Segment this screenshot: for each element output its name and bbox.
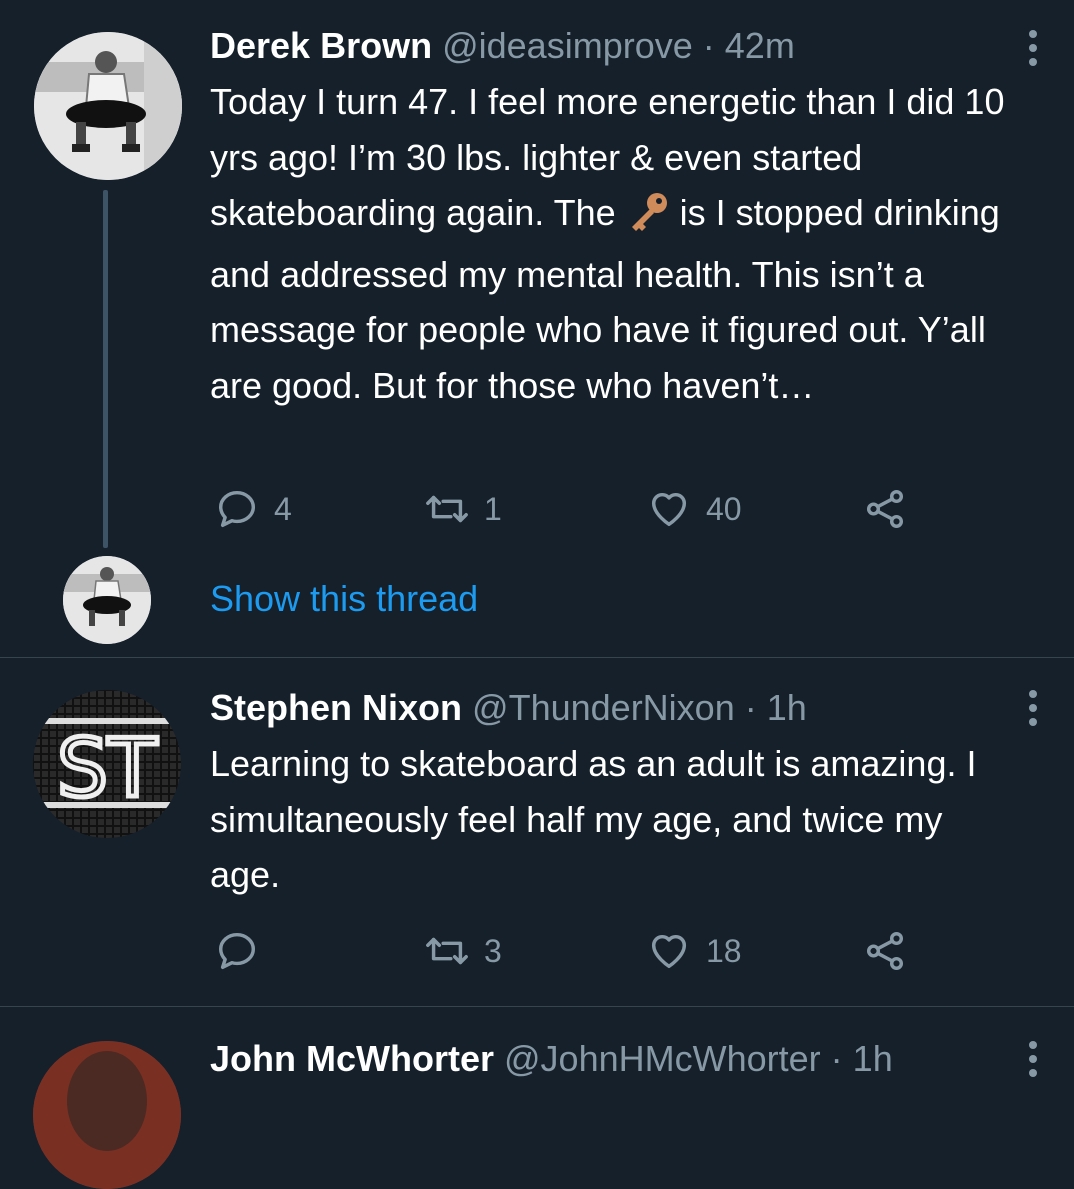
tweet-stephen-nixon[interactable]: ST Stephen Nixon @ThunderNixon · 1h Lear… [0, 658, 1074, 1006]
like-count: 18 [706, 932, 742, 969]
avatar-stephen-nixon[interactable]: ST [33, 690, 181, 838]
more-options-icon[interactable] [1028, 30, 1038, 66]
like-button[interactable]: 18 [646, 928, 742, 974]
reply-count: 4 [274, 490, 292, 527]
retweet-button[interactable]: 3 [424, 928, 502, 974]
user-handle[interactable]: @ideasimprove [442, 25, 693, 66]
avatar-derek-brown[interactable] [34, 32, 182, 180]
tweet-derek-brown[interactable]: Derek Brown @ideasimprove · 42m Today I … [0, 0, 1074, 657]
share-button[interactable] [862, 928, 908, 974]
avatar-derek-brown-small[interactable] [63, 556, 151, 644]
like-button[interactable]: 40 [646, 486, 742, 532]
heart-icon [651, 934, 687, 969]
thread-line [103, 190, 108, 548]
like-count: 40 [706, 490, 742, 527]
reply-icon [218, 490, 256, 528]
heart-icon [651, 492, 687, 527]
timestamp[interactable]: 42m [725, 25, 795, 66]
reply-button[interactable]: 4 [214, 486, 292, 532]
display-name[interactable]: Stephen Nixon [210, 687, 462, 728]
avatar-text: ST [57, 722, 158, 815]
retweet-icon [426, 495, 468, 523]
user-handle[interactable]: @ThunderNixon [472, 687, 735, 728]
retweet-icon [426, 937, 468, 965]
tweet-header: Derek Brown @ideasimprove · 42m [210, 24, 795, 68]
separator-dot: · [702, 25, 715, 66]
tweet-header: John McWhorter @JohnHMcWhorter · 1h [210, 1037, 893, 1081]
separator-dot: · [744, 687, 757, 728]
retweet-button[interactable]: 1 [424, 486, 502, 532]
tweet-text: Learning to skateboard as an adult is am… [210, 743, 977, 895]
timestamp[interactable]: 1h [767, 687, 807, 728]
reply-icon [218, 932, 256, 970]
reply-button[interactable] [214, 928, 274, 974]
retweet-count: 3 [484, 932, 502, 969]
tweet-john-mcwhorter[interactable]: John McWhorter @JohnHMcWhorter · 1h [0, 1007, 1074, 1189]
show-thread-link[interactable]: Show this thread [210, 578, 478, 620]
share-button[interactable] [862, 486, 908, 532]
key-emoji-icon [626, 191, 670, 247]
share-icon [866, 932, 904, 970]
retweet-count: 1 [484, 490, 502, 527]
tweet-header: Stephen Nixon @ThunderNixon · 1h [210, 686, 807, 730]
more-options-icon[interactable] [1028, 1041, 1038, 1077]
share-icon [866, 490, 904, 528]
more-options-icon[interactable] [1028, 690, 1038, 726]
tweet-text: Today I turn 47. I feel more energetic t… [210, 81, 1005, 406]
avatar-john-mcwhorter[interactable] [33, 1041, 181, 1189]
display-name[interactable]: Derek Brown [210, 25, 432, 66]
